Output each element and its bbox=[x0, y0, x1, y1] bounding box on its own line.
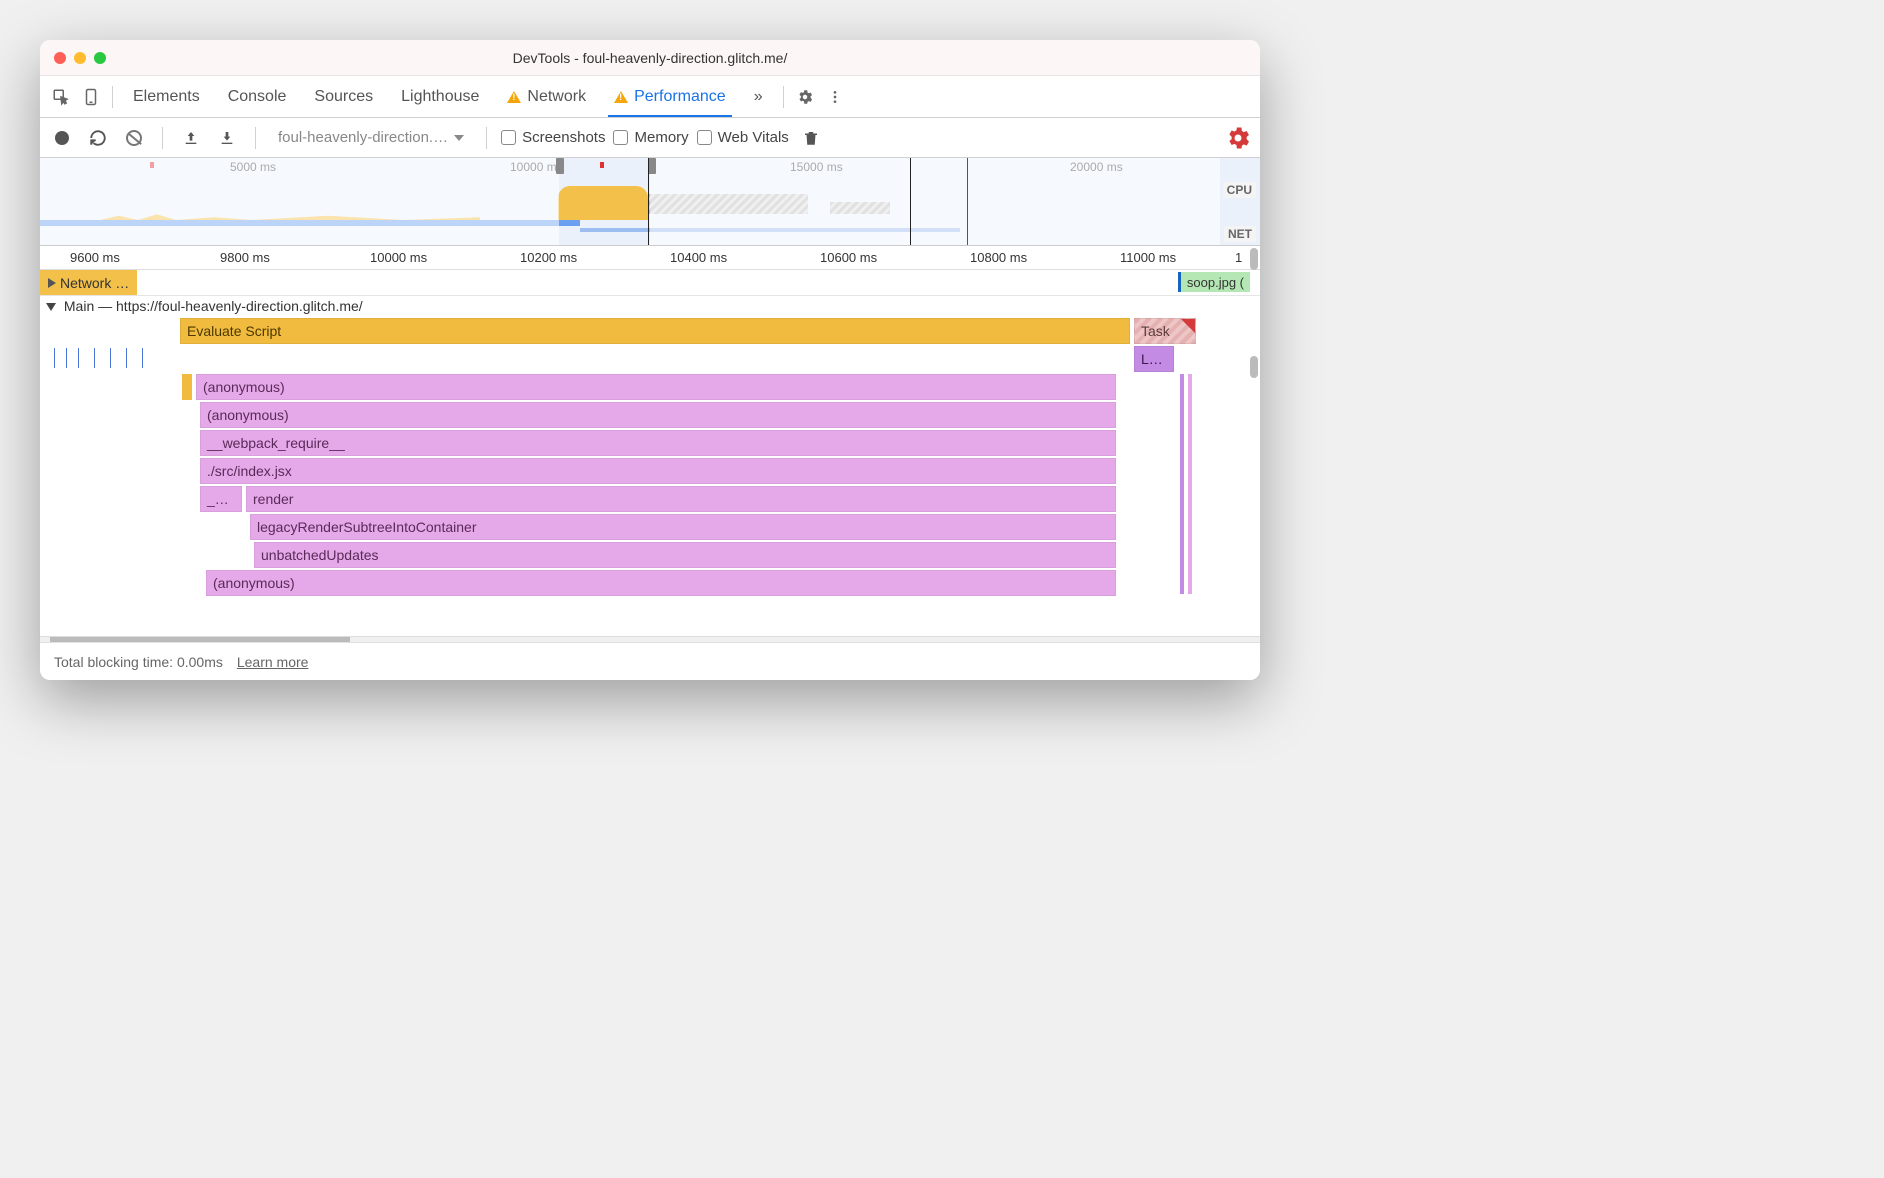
devtools-window: DevTools - foul-heavenly-direction.glitc… bbox=[40, 40, 1260, 680]
minimize-window-button[interactable] bbox=[74, 52, 86, 64]
kebab-menu-icon[interactable] bbox=[820, 82, 850, 112]
reload-button[interactable] bbox=[84, 124, 112, 152]
chevron-down-icon bbox=[454, 135, 464, 141]
flame-webpack-require[interactable]: __webpack_require__ bbox=[200, 430, 1116, 456]
timeline-ruler[interactable]: 9600 ms 9800 ms 10000 ms 10200 ms 10400 … bbox=[40, 246, 1260, 270]
network-lane-toggle[interactable]: Network … bbox=[40, 270, 137, 295]
memory-checkbox[interactable]: Memory bbox=[613, 129, 688, 146]
ruler-tick: 10400 ms bbox=[670, 250, 727, 265]
flame-evaluate-script[interactable]: Evaluate Script bbox=[180, 318, 1130, 344]
scrollbar-thumb[interactable] bbox=[1250, 356, 1258, 378]
ruler-tick: 9800 ms bbox=[220, 250, 270, 265]
tab-network[interactable]: Network bbox=[493, 76, 600, 117]
ruler-tick: 11000 ms bbox=[1120, 250, 1176, 265]
record-button[interactable] bbox=[48, 124, 76, 152]
ruler-tick: 10600 ms bbox=[820, 250, 877, 265]
webvitals-checkbox[interactable]: Web Vitals bbox=[697, 129, 789, 146]
expand-icon bbox=[48, 278, 56, 288]
flame-task[interactable]: Task bbox=[1134, 318, 1196, 344]
warning-icon bbox=[614, 91, 628, 103]
cpu-label: CPU bbox=[1223, 182, 1256, 198]
flame-anonymous[interactable]: (anonymous) bbox=[206, 570, 1116, 596]
window-title: DevTools - foul-heavenly-direction.glitc… bbox=[40, 50, 1260, 66]
clear-button[interactable] bbox=[120, 124, 148, 152]
scrollbar-thumb[interactable] bbox=[1250, 248, 1258, 270]
flame-render[interactable]: render bbox=[246, 486, 1116, 512]
save-profile-icon[interactable] bbox=[213, 124, 241, 152]
traffic-lights bbox=[54, 52, 106, 64]
flame-anonymous[interactable]: (anonymous) bbox=[200, 402, 1116, 428]
flame-anonymous[interactable]: (anonymous) bbox=[196, 374, 1116, 400]
chevron-down-icon bbox=[46, 303, 56, 311]
titlebar: DevTools - foul-heavenly-direction.glitc… bbox=[40, 40, 1260, 76]
overview-handle-right[interactable] bbox=[648, 158, 656, 174]
timeline-overview[interactable]: 5000 ms 10000 ms 15000 ms 20000 ms CPU N… bbox=[40, 158, 1260, 246]
panel-tabs: Elements Console Sources Lighthouse Netw… bbox=[40, 76, 1260, 118]
inspect-element-icon[interactable] bbox=[46, 82, 76, 112]
tab-overflow[interactable]: » bbox=[740, 76, 777, 117]
zoom-window-button[interactable] bbox=[94, 52, 106, 64]
ruler-tick: 10200 ms bbox=[520, 250, 577, 265]
tab-elements[interactable]: Elements bbox=[119, 76, 214, 117]
flame-legacy-render[interactable]: legacyRenderSubtreeIntoContainer bbox=[250, 514, 1116, 540]
device-toolbar-icon[interactable] bbox=[76, 82, 106, 112]
tab-console[interactable]: Console bbox=[214, 76, 301, 117]
load-profile-icon[interactable] bbox=[177, 124, 205, 152]
flame-unbatched[interactable]: unbatchedUpdates bbox=[254, 542, 1116, 568]
garbage-collect-icon[interactable] bbox=[797, 124, 825, 152]
ruler-tick: 10000 ms bbox=[370, 250, 427, 265]
tab-lighthouse[interactable]: Lighthouse bbox=[387, 76, 493, 117]
net-label: NET bbox=[1224, 226, 1256, 242]
performance-toolbar: foul-heavenly-direction.… Screenshots Me… bbox=[40, 118, 1260, 158]
capture-settings-icon[interactable] bbox=[1224, 124, 1252, 152]
ruler-tick: 1 bbox=[1235, 250, 1242, 265]
summary-footer: Total blocking time: 0.00ms Learn more bbox=[40, 642, 1260, 680]
flame-src-index[interactable]: ./src/index.jsx bbox=[200, 458, 1116, 484]
flame-layout[interactable]: L… bbox=[1134, 346, 1174, 372]
tab-sources[interactable]: Sources bbox=[300, 76, 387, 117]
main-thread-header[interactable]: Main — https://foul-heavenly-direction.g… bbox=[40, 296, 1260, 316]
network-request-badge[interactable]: soop.jpg ( bbox=[1178, 272, 1250, 292]
tab-performance[interactable]: Performance bbox=[600, 76, 740, 117]
overview-handle-left[interactable] bbox=[556, 158, 564, 174]
screenshots-checkbox[interactable]: Screenshots bbox=[501, 129, 605, 146]
network-lane[interactable]: Network … soop.jpg ( bbox=[40, 270, 1260, 296]
profile-selector-dropdown[interactable]: foul-heavenly-direction.… bbox=[270, 124, 472, 152]
learn-more-link[interactable]: Learn more bbox=[237, 654, 309, 670]
close-window-button[interactable] bbox=[54, 52, 66, 64]
main-thread-flamechart[interactable]: Main — https://foul-heavenly-direction.g… bbox=[40, 296, 1260, 636]
ruler-tick: 9600 ms bbox=[70, 250, 120, 265]
ruler-tick: 10800 ms bbox=[970, 250, 1027, 265]
flame-truncated[interactable]: _… bbox=[200, 486, 242, 512]
total-blocking-time: Total blocking time: 0.00ms bbox=[54, 654, 223, 670]
settings-icon[interactable] bbox=[790, 82, 820, 112]
warning-icon bbox=[507, 91, 521, 103]
